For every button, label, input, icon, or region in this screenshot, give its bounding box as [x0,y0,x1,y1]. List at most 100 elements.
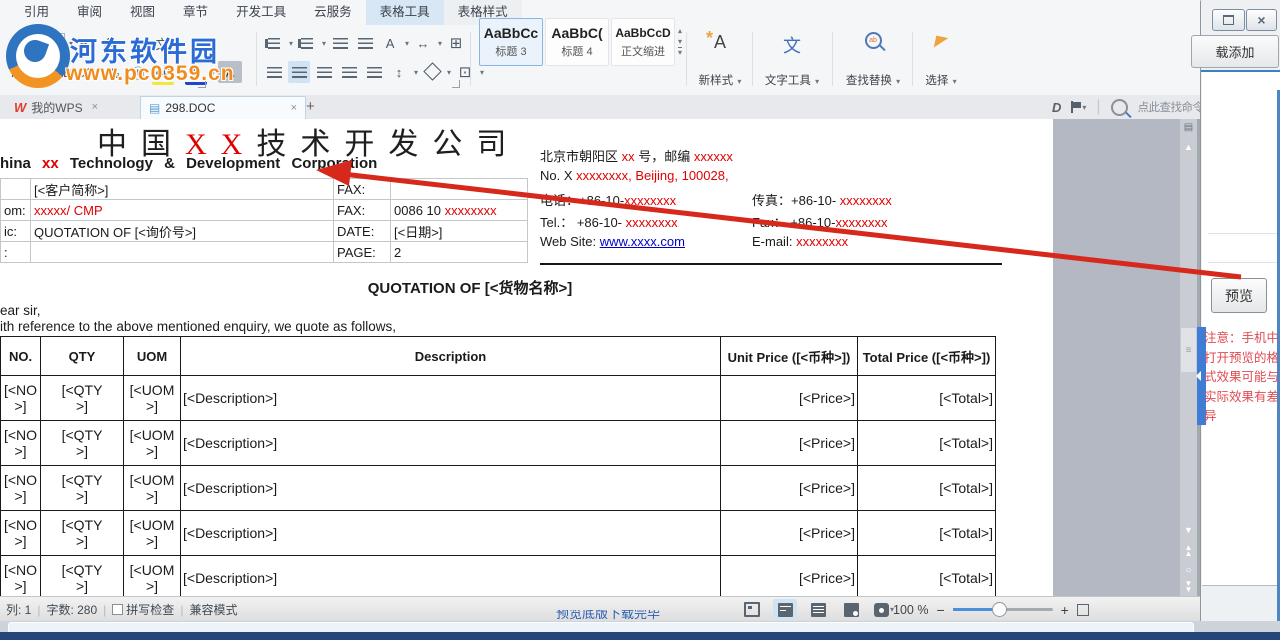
info-row[interactable]: : PAGE: 2 [1,242,528,263]
zoom-percentage[interactable]: 100 % [893,603,928,617]
align-center-button[interactable] [288,61,310,83]
table-row[interactable]: [<NO>] [<QTY>] [<UOM>] [<Description>] [… [1,466,996,511]
cell-qty[interactable]: [<QTY>] [41,421,124,466]
website-link[interactable]: www.xxxx.com [600,234,685,249]
shading-button[interactable] [421,61,443,83]
web-email-line[interactable]: Web Site: www.xxxx.com E-mail: xxxxxxxx [540,234,1005,256]
clear-format-button[interactable]: A [126,32,148,54]
cell-unit-price[interactable]: [<Price>] [721,511,858,556]
menu-tab-table-tools[interactable]: 表格工具 [366,0,444,25]
table-row[interactable]: [<NO>] [<QTY>] [<UOM>] [<Description>] [… [1,556,996,597]
zoom-slider-knob[interactable] [992,602,1007,617]
fit-page-button[interactable] [1077,604,1089,616]
character-scale-button[interactable]: ↔ [412,32,434,54]
phone-line-cn[interactable]: 电话：+86-10-xxxxxxxx 传真：+86-10- xxxxxxxx [540,190,1005,212]
cell-no[interactable]: [<NO>] [1,421,41,466]
document-page[interactable]: 中国XX技术开发公司 hina xx Technology & Developm… [0,119,1053,596]
table-row[interactable]: [<NO>] [<QTY>] [<UOM>] [<Description>] [… [1,511,996,556]
numbered-list-button[interactable] [296,32,318,54]
paragraph-dialog-launcher-icon[interactable] [452,80,460,88]
scroll-up-icon[interactable]: ▲ [1180,142,1197,152]
line-spacing-button[interactable]: ↕ [388,61,410,83]
cell-qty[interactable]: [<QTY>] [41,556,124,597]
intro-text[interactable]: ith reference to the above mentioned enq… [0,319,396,334]
info-row[interactable]: [<客户简称>] FAX: [1,179,528,200]
bullet-list-button[interactable] [263,32,285,54]
cell-unit-price[interactable]: [<Price>] [721,376,858,421]
cell-description[interactable]: [<Description>] [181,511,721,556]
spellcheck-toggle[interactable]: 拼写检查 [112,601,174,618]
cell-qty[interactable]: [<QTY>] [41,466,124,511]
cell-no[interactable]: [<NO>] [1,466,41,511]
bullet-caret-icon[interactable]: ▾ [289,39,293,48]
preview-button[interactable]: 预览 [1211,278,1267,313]
scroll-down-icon[interactable]: ▼ [1180,525,1197,535]
font-name-dropdown-caret[interactable]: ▾ [4,32,26,54]
tab-my-wps[interactable]: W 我的WPS × [6,96,106,118]
cell-total-price[interactable]: [<Total>] [858,376,996,421]
shading-caret-icon[interactable]: ▾ [447,68,451,77]
cell-description[interactable]: [<Description>] [181,421,721,466]
salutation-text[interactable]: ear sir, [0,303,41,318]
style-card-body-indent[interactable]: AaBbCcD 正文缩进 [611,18,675,66]
outline-view-button[interactable] [806,599,830,620]
distribute-button[interactable] [363,61,385,83]
select-browse-object-icon[interactable]: ○ [1180,565,1197,576]
strikethrough-button[interactable]: AB [52,61,74,83]
cell-description[interactable]: [<Description>] [181,556,721,597]
word-count[interactable]: 字数: 280 [46,601,97,618]
menu-tab-review[interactable]: 审阅 [63,0,116,25]
address-line-cn[interactable]: 北京市朝阳区 xx 号，邮编 xxxxxx [540,146,1005,168]
underline-button[interactable]: U [27,61,49,83]
cell-unit-price[interactable]: [<Price>] [721,466,858,511]
character-scale-caret-icon[interactable]: ▾ [438,39,442,48]
flag-icon[interactable]: ▾ [1071,101,1086,113]
phone-line-en[interactable]: Tel.： +86-10- xxxxxxxx Fax： +86-10-xxxxx… [540,212,1005,234]
cell-unit-price[interactable]: [<Price>] [721,421,858,466]
restore-window-button[interactable] [1212,9,1245,31]
tab-298-doc[interactable]: ▤ 298.DOC × [140,96,306,121]
close-window-button[interactable]: × [1246,9,1277,31]
new-tab-button[interactable]: + [306,98,315,115]
font-size-input[interactable]: 28 [29,33,65,54]
address-line-en[interactable]: No. X xxxxxxxx, Beijing, 100028, [540,168,1005,190]
reading-layout-icon[interactable]: ▤ [1180,122,1197,133]
cell-total-price[interactable]: [<Total>] [858,421,996,466]
character-shading-button[interactable]: A [218,61,242,83]
cell-no[interactable]: [<NO>] [1,376,41,421]
cell-no[interactable]: [<NO>] [1,511,41,556]
quotation-table[interactable]: NO. QTY UOM Description Unit Price ([<币种… [0,336,996,596]
quotation-heading[interactable]: QUOTATION OF [<货物名称>] [0,277,940,298]
cell-uom[interactable]: [<UOM>] [124,556,181,597]
menu-tab-developer[interactable]: 开发工具 [222,0,300,25]
close-tab-icon[interactable]: × [92,101,98,113]
company-address-block[interactable]: 北京市朝阳区 xx 号，邮编 xxxxxx No. X xxxxxxxx, Be… [540,146,1005,256]
next-page-icon[interactable]: ▼▼ [1180,581,1197,593]
scrollbar-thumb[interactable]: ≡ [1181,328,1196,372]
command-search-hint[interactable]: 点此查找命令 [1138,99,1204,115]
increase-indent-button[interactable] [354,32,376,54]
phonetic-guide-button[interactable]: 文 [151,32,173,54]
highlight-caret-icon[interactable]: ▾ [178,68,182,77]
enclose-characters-button[interactable]: Ⓐ [127,61,149,83]
cell-total-price[interactable]: [<Total>] [858,511,996,556]
find-replace-button[interactable]: ab 查找替换 ▾ [840,30,906,88]
style-gallery-down-icon[interactable]: ▾ [678,37,682,46]
phonetic-caret-icon[interactable]: ▾ [177,39,181,48]
cell-qty[interactable]: [<QTY>] [41,376,124,421]
font-color-caret-icon[interactable]: ▾ [211,68,215,77]
style-gallery-more-icon[interactable]: ▾ [678,47,682,57]
align-right-button[interactable] [313,61,335,83]
cell-uom[interactable]: [<UOM>] [124,376,181,421]
menu-tab-cloud[interactable]: 云服务 [300,0,366,25]
cell-uom[interactable]: [<UOM>] [124,421,181,466]
style-card-heading3[interactable]: AaBbCc 标题 3 [479,18,543,66]
justify-button[interactable] [338,61,360,83]
text-effects-button[interactable]: A [379,32,401,54]
customer-info-table[interactable]: [<客户简称>] FAX: om: xxxxx/ CMP FAX: 0086 1… [0,178,528,263]
grow-font-button[interactable]: A⁺ [76,32,98,54]
integration-icon[interactable]: D [1052,100,1061,115]
text-tool-button[interactable]: 文 文字工具 ▾ [760,30,824,88]
subscript-button[interactable]: X₂ [102,61,124,83]
cell-total-price[interactable]: [<Total>] [858,556,996,597]
